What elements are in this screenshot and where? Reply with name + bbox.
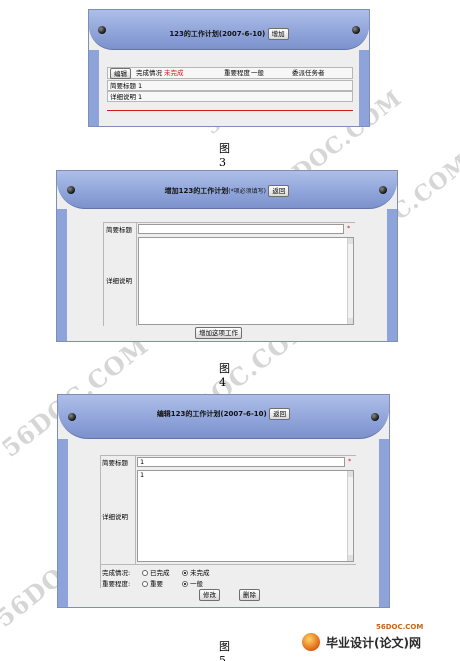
detail-label: 详细说明 <box>106 277 132 285</box>
status-value: 未完成 <box>164 69 184 77</box>
panel-right-border <box>387 209 397 341</box>
figure-caption: 图 3 <box>219 142 230 169</box>
priority-label: 重要程度 <box>224 69 250 77</box>
form-frame <box>136 222 137 326</box>
brief-row: 简要标题 1 <box>107 80 353 91</box>
status-label: 完成情况 <box>136 69 162 77</box>
delete-button[interactable]: 删除 <box>239 589 260 601</box>
detail-value: 1 <box>138 93 143 101</box>
panel-right-border <box>359 50 369 126</box>
form-frame <box>103 222 104 326</box>
brief-label: 简要标题 <box>106 226 132 234</box>
brief-label: 简要标题 <box>110 82 136 90</box>
panel-left-border <box>89 50 99 126</box>
form-frame <box>100 564 356 565</box>
status-done-option[interactable]: 已完成 <box>142 567 170 577</box>
status-row: 编辑 完成情况 未完成 重要程度 一般 委派任务者 <box>107 67 353 79</box>
form-frame <box>100 455 101 588</box>
logo-name: 毕业设计(论文)网 <box>326 636 421 650</box>
required-hint: (*项必须填写) <box>228 188 266 195</box>
priority-high-option[interactable]: 重要 <box>142 578 163 588</box>
radio-selected-icon[interactable] <box>182 581 188 587</box>
page-title: 增加123的工作计划 <box>164 187 229 195</box>
page-title: 123的工作计划(2007-6-10) <box>169 30 266 38</box>
modify-button[interactable]: 修改 <box>199 589 220 601</box>
panel-header: 123的工作计划(2007-6-10) 增加 <box>89 10 369 50</box>
detail-textarea[interactable]: 1 <box>137 470 354 562</box>
add-plan-panel: 增加123的工作计划(*项必须填写) 返回 简要标题 * 详细说明 增加这项工作 <box>56 170 398 342</box>
radio-icon[interactable] <box>142 570 148 576</box>
submit-button[interactable]: 增加这项工作 <box>195 327 242 339</box>
edit-button[interactable]: 编辑 <box>110 68 131 79</box>
panel-left-border <box>57 209 67 341</box>
detail-label: 详细说明 <box>110 93 136 101</box>
logo-site: 56DOC.COM <box>376 623 424 631</box>
priority-value: 一般 <box>251 69 264 77</box>
status-label: 完成情况: <box>102 569 131 577</box>
figure-caption: 图 4 <box>219 362 230 389</box>
view-plan-panel: 123的工作计划(2007-6-10) 增加 编辑 完成情况 未完成 重要程度 … <box>88 9 370 127</box>
radio-icon[interactable] <box>142 581 148 587</box>
required-mark: * <box>348 457 352 465</box>
brief-value: 1 <box>138 82 143 90</box>
brief-input[interactable] <box>138 224 344 234</box>
priority-label: 重要程度: <box>102 580 131 588</box>
priority-normal-option[interactable]: 一般 <box>182 578 203 588</box>
figure-caption: 图 5 <box>219 640 230 661</box>
edit-plan-panel: 编辑123的工作计划(2007-6-10) 返回 简要标题 1 * 详细说明 1… <box>57 394 390 608</box>
detail-label: 详细说明 <box>102 513 128 521</box>
back-button[interactable]: 返回 <box>268 185 290 197</box>
detail-scrollbar[interactable] <box>347 238 353 324</box>
brief-input[interactable]: 1 <box>137 457 345 467</box>
panel-header: 增加123的工作计划(*项必须填写) 返回 <box>57 171 397 209</box>
detail-scrollbar[interactable] <box>347 471 353 561</box>
form-frame <box>135 455 136 564</box>
detail-row: 详细说明 1 <box>107 91 353 102</box>
assigner-label: 委派任务者 <box>292 69 325 77</box>
divider <box>107 110 353 111</box>
form-frame <box>103 222 355 223</box>
detail-textarea[interactable] <box>138 237 354 325</box>
back-button[interactable]: 返回 <box>269 408 291 420</box>
page-title: 编辑123的工作计划(2007-6-10) <box>156 410 267 418</box>
globe-icon <box>302 633 320 651</box>
brief-label: 简要标题 <box>102 459 128 467</box>
panel-left-border <box>58 439 68 607</box>
radio-selected-icon[interactable] <box>182 570 188 576</box>
panel-header: 编辑123的工作计划(2007-6-10) 返回 <box>58 395 389 439</box>
required-mark: * <box>347 224 351 232</box>
status-undone-option[interactable]: 未完成 <box>182 567 210 577</box>
site-logo: 56DOC.COM 毕业设计(论文)网 <box>296 623 456 659</box>
panel-right-border <box>379 439 389 607</box>
add-button[interactable]: 增加 <box>267 28 289 40</box>
form-frame <box>100 455 356 456</box>
